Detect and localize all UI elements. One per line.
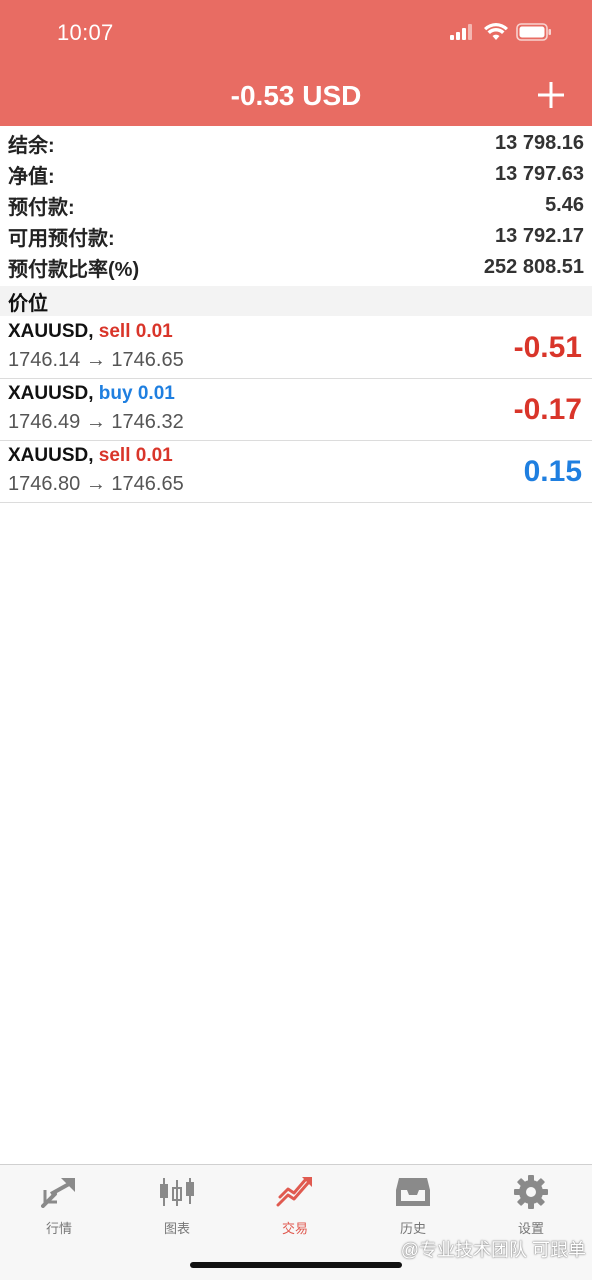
position-type: sell 0.01 [98,321,173,342]
summary-row-free-margin: 可用预付款: 13 792.17 [0,221,592,252]
tab-label: 行情 [45,1221,72,1236]
position-row[interactable]: XAUUSD, sell 0.01 1746.14 → 1746.65 -0.5… [0,317,592,379]
signal-icon [450,23,476,45]
tab-settings[interactable]: 设置 [472,1173,590,1237]
tab-quotes[interactable]: 行情 [0,1173,118,1237]
position-profit: -0.51 [513,331,582,364]
position-header: XAUUSD, sell 0.01 [8,445,173,467]
position-prices: 1746.49 → 1746.32 [8,411,184,433]
position-profit: 0.15 [523,455,582,488]
summary-label: 可用预付款: [8,228,115,250]
tab-trade[interactable]: 交易 [236,1173,354,1237]
quotes-icon [39,1173,79,1210]
summary-label: 净值: [8,166,55,188]
header-bar: 10:07 -0.53 USD [0,0,592,126]
tab-label: 设置 [517,1221,544,1236]
position-header: XAUUSD, buy 0.01 [8,383,175,405]
account-summary: 结余: 13 798.16 净值: 13 797.63 预付款: 5.46 可用… [0,128,592,283]
add-order-button[interactable] [536,78,566,112]
summary-value: 252 808.51 [483,256,584,278]
position-row[interactable]: XAUUSD, sell 0.01 1746.80 → 1746.65 0.15 [0,441,592,503]
positions-list: XAUUSD, sell 0.01 1746.14 → 1746.65 -0.5… [0,317,592,503]
tab-label: 图表 [163,1221,190,1236]
summary-row-balance: 结余: 13 798.16 [0,128,592,159]
status-time: 10:07 [57,20,114,45]
position-prices: 1746.80 → 1746.65 [8,473,184,495]
position-profit: -0.17 [513,393,582,426]
history-icon [393,1173,433,1210]
summary-label: 预付款: [8,197,75,219]
position-prices: 1746.14 → 1746.65 [8,349,184,371]
chart-icon [157,1173,197,1210]
tab-label: 历史 [399,1221,426,1236]
watermark-text: @专业技术团队 可跟单 [400,1240,586,1260]
summary-value: 13 798.16 [495,132,584,154]
settings-icon [511,1173,551,1210]
status-icons [450,22,552,46]
summary-row-equity: 净值: 13 797.63 [0,159,592,190]
plus-icon [538,82,564,108]
position-symbol: XAUUSD, [8,445,94,466]
tab-chart[interactable]: 图表 [118,1173,236,1237]
summary-label: 预付款比率(%) [8,259,140,281]
summary-row-margin: 预付款: 5.46 [0,190,592,221]
home-indicator[interactable] [190,1262,402,1268]
position-row[interactable]: XAUUSD, buy 0.01 1746.49 → 1746.32 -0.17 [0,379,592,441]
wifi-icon [484,22,508,46]
summary-value: 13 792.17 [495,225,584,247]
position-header: XAUUSD, sell 0.01 [8,321,173,343]
position-type: sell 0.01 [98,445,173,466]
positions-section-title: 价位 [0,286,592,316]
position-symbol: XAUUSD, [8,383,94,404]
summary-label: 结余: [8,135,55,157]
position-symbol: XAUUSD, [8,321,94,342]
position-type: buy 0.01 [98,383,175,404]
summary-row-margin-level: 预付款比率(%) 252 808.51 [0,252,592,283]
page-title: -0.53 USD [230,80,362,111]
tab-label: 交易 [281,1221,308,1236]
tab-history[interactable]: 历史 [354,1173,472,1237]
trade-icon [275,1173,315,1210]
summary-value: 5.46 [545,194,584,216]
summary-value: 13 797.63 [495,163,584,185]
battery-icon [516,22,552,46]
